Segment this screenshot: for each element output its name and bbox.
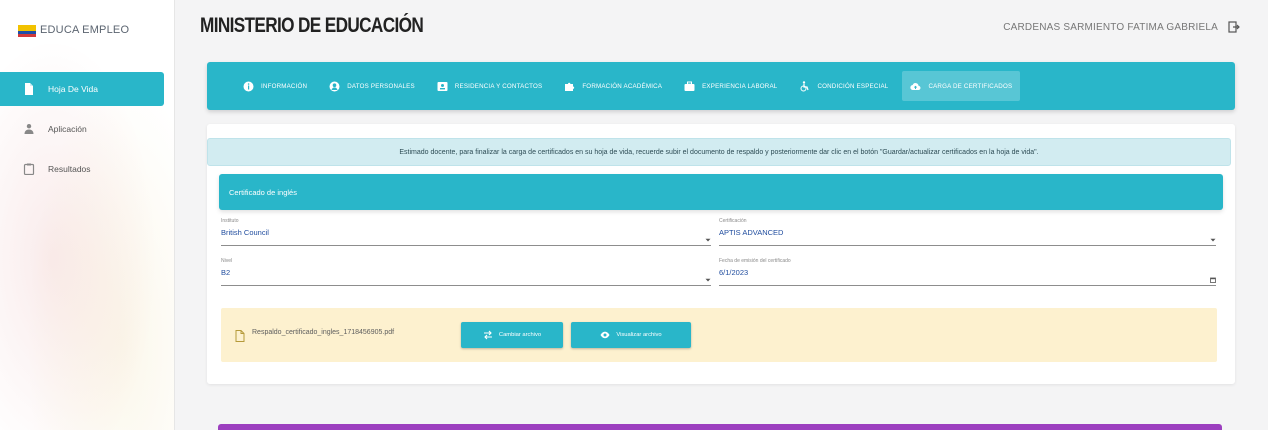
section-title: Certificado de inglés xyxy=(229,187,297,197)
sidebar-item-hoja-de-vida[interactable]: Hoja De Vida xyxy=(0,72,164,106)
tab-label: Formación académica xyxy=(582,82,663,90)
view-file-button[interactable]: Visualizar archivo xyxy=(571,322,691,348)
brand[interactable]: EDUCA EMPLEO xyxy=(18,20,129,40)
field-value: APTIS ADVANCED xyxy=(719,228,784,237)
field-label: Fecha de emisión del certificado xyxy=(719,258,791,264)
info-icon xyxy=(243,81,254,92)
document-icon xyxy=(22,82,36,96)
nivel-select[interactable]: Nivel B2 xyxy=(221,258,711,286)
ecuador-flag-logo-icon xyxy=(18,24,36,37)
page-title: MINISTERIO DE EDUCACIÓN xyxy=(200,14,424,37)
file-attachment-box: Respaldo_certificado_ingles_1718456905.p… xyxy=(221,308,1217,362)
certificates-card: Estimado docente, para finalizar la carg… xyxy=(207,124,1235,384)
sidebar-item-label: Hoja De Vida xyxy=(48,84,98,94)
wheelchair-icon xyxy=(799,80,810,92)
contact-card-icon xyxy=(437,81,448,92)
next-section-header xyxy=(218,424,1222,430)
field-label: Nivel xyxy=(221,258,233,264)
notice-banner: Estimado docente, para finalizar la carg… xyxy=(207,138,1231,166)
field-label: Certificación xyxy=(719,218,747,224)
sidebar-nav: Hoja De Vida Aplicación Resultados xyxy=(0,72,174,192)
swap-arrows-icon xyxy=(483,330,493,340)
button-label: Cambiar archivo xyxy=(498,332,542,338)
sidebar-background xyxy=(0,0,174,430)
change-file-button[interactable]: Cambiar archivo xyxy=(461,322,563,348)
tab-label: Información xyxy=(261,82,308,90)
briefcase-icon xyxy=(684,81,695,92)
tab-condicion-especial[interactable]: Condición especial xyxy=(791,71,896,101)
puzzle-icon xyxy=(564,81,575,92)
tab-label: Experiencia laboral xyxy=(702,82,778,90)
tab-experiencia-laboral[interactable]: Experiencia laboral xyxy=(676,71,785,101)
eye-icon xyxy=(600,330,610,340)
field-value: 6/1/2023 xyxy=(719,268,749,277)
tab-label: Residencia y contactos xyxy=(454,82,543,90)
tab-label: Carga de certificados xyxy=(928,82,1013,90)
top-header: MINISTERIO DE EDUCACIÓN CARDENAS SARMIEN… xyxy=(175,0,1268,52)
sidebar-item-label: Aplicación xyxy=(48,124,87,134)
sidebar-item-aplicacion[interactable]: Aplicación xyxy=(0,112,174,146)
tab-informacion[interactable]: Información xyxy=(235,71,315,101)
brand-name: EDUCA EMPLEO xyxy=(40,24,130,36)
tab-carga-certificados[interactable]: Carga de certificados xyxy=(902,71,1021,101)
calendar-icon[interactable] xyxy=(1210,270,1216,283)
field-label: Instituto xyxy=(221,218,239,224)
tab-residencia-contactos[interactable]: Residencia y contactos xyxy=(429,71,551,101)
certificacion-select[interactable]: Certificación APTIS ADVANCED xyxy=(719,218,1216,246)
field-value: B2 xyxy=(221,268,231,277)
file-pdf-icon xyxy=(235,329,245,342)
sidebar-item-label: Resultados xyxy=(48,164,91,174)
tab-datos-personales[interactable]: Datos personales xyxy=(321,71,423,101)
field-value: British Council xyxy=(221,228,269,237)
user-name: CARDENAS SARMIENTO FATIMA GABRIELA xyxy=(1003,22,1218,33)
instituto-select[interactable]: Instituto British Council xyxy=(221,218,711,246)
caret-down-icon xyxy=(1210,230,1216,242)
button-label: Visualizar archivo xyxy=(616,332,662,338)
fecha-emision-field[interactable]: Fecha de emisión del certificado 6/1/202… xyxy=(719,258,1216,286)
account-circle-icon xyxy=(329,81,340,92)
person-icon xyxy=(22,122,36,136)
section-header: Certificado de inglés xyxy=(219,174,1223,210)
sidebar-item-resultados[interactable]: Resultados xyxy=(0,152,174,186)
caret-down-icon xyxy=(705,230,711,242)
sidebar: EDUCA EMPLEO Hoja De Vida Aplicación Res… xyxy=(0,0,175,430)
section-tabs: Información Datos personales Residencia … xyxy=(207,62,1235,110)
clipboard-icon xyxy=(22,162,36,176)
caret-down-icon xyxy=(705,270,711,282)
file-name[interactable]: Respaldo_certificado_ingles_1718456905.p… xyxy=(252,329,394,336)
tab-formacion-academica[interactable]: Formación académica xyxy=(556,71,670,101)
cloud-upload-icon xyxy=(910,81,921,92)
logout-icon[interactable] xyxy=(1228,20,1240,33)
tab-label: Datos personales xyxy=(347,82,415,90)
tab-label: Condición especial xyxy=(817,82,889,90)
app-root: EDUCA EMPLEO Hoja De Vida Aplicación Res… xyxy=(0,0,1268,430)
